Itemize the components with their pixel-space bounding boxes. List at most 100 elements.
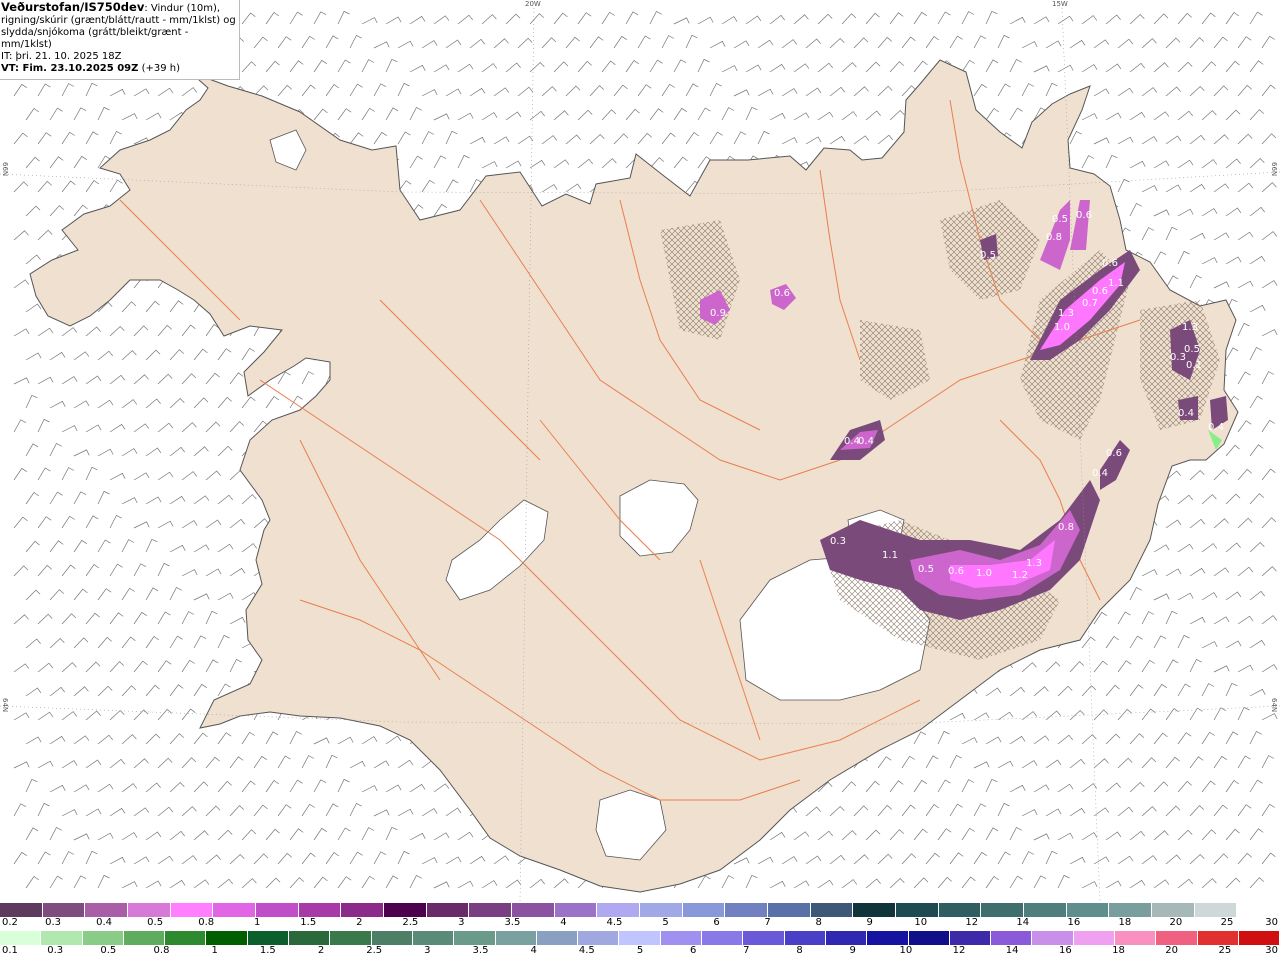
- legend-label: 8: [796, 945, 803, 956]
- legend-label: 30: [1265, 917, 1278, 928]
- legend-swatch: [702, 931, 744, 945]
- lat-label-66n-right: 66N: [1270, 162, 1278, 177]
- precip-label: 0.4: [1178, 408, 1194, 419]
- legend-swatch: [1152, 903, 1195, 917]
- rain-legend-bar: [0, 931, 1280, 945]
- legend-swatch: [128, 903, 171, 917]
- legend-label: 5: [662, 917, 669, 928]
- legend-swatch: [1109, 903, 1153, 917]
- precip-label: 1.3: [1026, 558, 1042, 569]
- precip-label: 0.4: [1208, 422, 1224, 433]
- legend-label: 5: [636, 945, 644, 956]
- precip-label: 1.1: [1108, 278, 1124, 289]
- legend-swatch: [640, 903, 683, 917]
- precip-label: 0.5: [1184, 344, 1200, 355]
- legend-swatch: [85, 903, 129, 917]
- lon-label-20w: 20W: [525, 0, 541, 8]
- precip-label: 0.9: [710, 308, 726, 319]
- legend-label: 1.5: [259, 945, 276, 956]
- precip-label: 0.6: [1076, 210, 1092, 221]
- legend-swatch: [206, 931, 248, 945]
- legend-label: 8: [815, 917, 822, 928]
- legend-swatch: [1156, 931, 1198, 945]
- legend-label: 16: [1067, 917, 1081, 928]
- legend-swatch: [170, 903, 214, 917]
- legend-swatch: [341, 903, 385, 917]
- legend-swatch: [0, 931, 42, 945]
- legend-swatch: [371, 931, 413, 945]
- forecast-offset: (+39 h): [141, 63, 180, 74]
- legend-label: 14: [1016, 917, 1030, 928]
- lat-label-64n-left: 64N: [1, 698, 9, 713]
- legend-label: 4.5: [578, 945, 595, 956]
- legend-label: 9: [866, 917, 873, 928]
- legend-label: 4: [560, 917, 567, 928]
- legend-label: 20: [1169, 917, 1183, 928]
- legend-label: 14: [1005, 945, 1019, 956]
- legend-label: 4: [530, 945, 537, 956]
- legend-swatch: [619, 931, 661, 945]
- precip-label: 0.5: [1052, 214, 1068, 225]
- legend-swatch: [123, 931, 166, 945]
- legend-label: 25: [1218, 945, 1232, 956]
- legend-swatch: [1024, 903, 1067, 917]
- legend-swatch: [908, 931, 950, 945]
- legend-swatch: [949, 931, 992, 945]
- snow-color-legend: 0.2 0.3 0.4 0.5 0.8 1 1.5 2 2.5 3 3.5 4 4.5 5 6 7 8 9 10 12…: [0, 903, 1280, 929]
- forecast-info-box: Veðurstofan/IS750dev: Vindur (10m), rign…: [0, 0, 240, 80]
- precip-label: 0.4: [844, 436, 860, 447]
- legend-swatch: [412, 931, 455, 945]
- precip-label: 0.4: [1092, 468, 1108, 479]
- legend-swatch: [743, 931, 785, 945]
- legend-swatch: [384, 903, 427, 917]
- precip-label: 0.5: [980, 250, 996, 261]
- legend-swatch: [768, 903, 811, 917]
- legend-label: 7: [743, 945, 750, 956]
- forecast-map: 0.9 0.6 0.6 0.8 0.5 1.1 0.6 1.3 1.0 0.7 …: [0, 0, 1280, 902]
- legend-swatch: [247, 931, 290, 945]
- legend-label: 0.8: [153, 945, 170, 956]
- legend-swatch: [536, 931, 579, 945]
- precip-label: 0.8: [1046, 232, 1062, 243]
- legend-swatch: [938, 903, 982, 917]
- product-description-line3: slydda/snjókoma (grátt/bleikt/grænt - mm…: [1, 27, 189, 50]
- precip-label: 0.6: [1106, 448, 1122, 459]
- legend-label: 3.5: [472, 945, 489, 956]
- legend-label: 7: [764, 917, 771, 928]
- legend-label: 6: [713, 917, 720, 928]
- legend-swatch: [853, 903, 897, 917]
- precip-label: 0.6: [1102, 258, 1118, 269]
- legend-label: 6: [689, 945, 697, 956]
- precip-label: 1.1: [882, 550, 898, 561]
- precip-label: 0.1: [1186, 360, 1202, 371]
- precip-label: 0.5: [918, 564, 934, 575]
- rain-legend-labels: 0.1 0.3 0.5 0.8 1 1.5 2 2.5 3 3.5 4 4.5 5 6 7 8 9 10 12 14 1…: [0, 945, 1280, 957]
- legend-label: 0.2: [2, 917, 18, 928]
- legend-swatch: [330, 931, 372, 945]
- precip-label: 0.6: [1092, 286, 1108, 297]
- legend-swatch: [554, 903, 598, 917]
- legend-label: 2.5: [402, 917, 419, 928]
- legend-swatch: [1237, 903, 1280, 917]
- legend-swatch: [42, 903, 86, 917]
- legend-label: 10: [899, 945, 913, 956]
- precip-label: 0.7: [1082, 298, 1098, 309]
- rain-color-legend: 0.1 0.3 0.5 0.8 1 1.5 2 2.5 3 3.5 4 4.5 5 6 7 8 9 10 12 14 1…: [0, 931, 1280, 957]
- legend-label: 3.5: [504, 917, 521, 928]
- legend-swatch: [867, 931, 909, 945]
- legend-label: 0.3: [47, 945, 64, 956]
- legend-label: 25: [1220, 917, 1234, 928]
- legend-label: 1: [254, 917, 261, 928]
- legend-swatch: [213, 903, 257, 917]
- legend-label: 2: [356, 917, 363, 928]
- legend-label: 9: [849, 945, 856, 956]
- precip-label: 1.0: [1054, 322, 1070, 333]
- legend-label: 3: [458, 917, 465, 928]
- legend-swatch: [165, 931, 207, 945]
- legend-swatch: [597, 903, 641, 917]
- legend-swatch: [1073, 931, 1116, 945]
- lat-label-64n-right: 64N: [1270, 698, 1278, 713]
- legend-swatch: [1238, 931, 1280, 945]
- legend-label: 2: [317, 945, 325, 956]
- legend-label: 18: [1112, 945, 1125, 956]
